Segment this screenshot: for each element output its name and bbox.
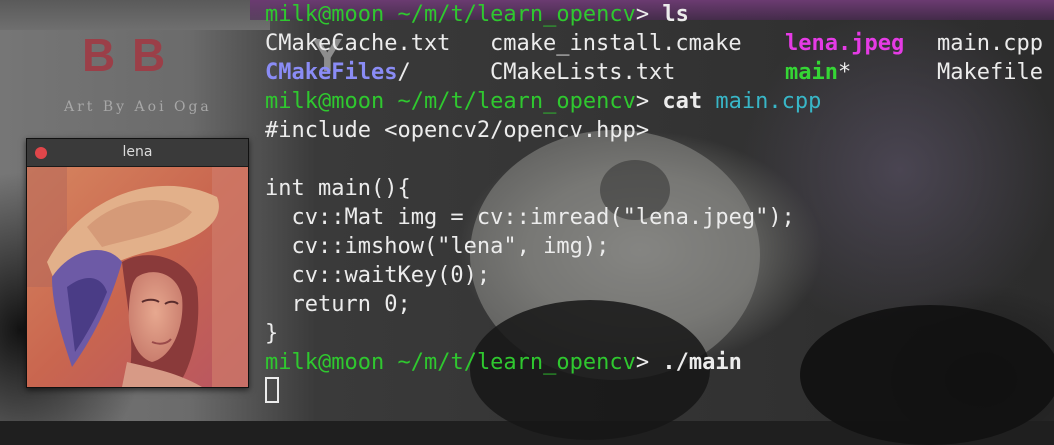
ls-entry: Makefile (937, 60, 1043, 85)
prompt-user: milk@moon (265, 2, 385, 27)
code-line: } (265, 321, 279, 346)
code-line: cv::Mat img = cv::imread("lena.jpeg"); (265, 205, 795, 230)
prompt-user: milk@moon (265, 350, 385, 375)
ls-entry: cmake_install.cmake (490, 31, 742, 56)
terminal-output[interactable]: milk@moon ~/m/t/learn_opencv> ls CMakeCa… (265, 0, 1054, 421)
code-line: cv::waitKey(0); (265, 263, 491, 288)
code-line: #include <opencv2/opencv.hpp> (265, 118, 650, 143)
terminal-line: milk@moon ~/m/t/learn_opencv> cat main.c… (265, 87, 1054, 116)
terminal-input-line[interactable] (265, 377, 1054, 406)
ls-entry-executable: main (785, 60, 838, 85)
image-window[interactable]: lena (26, 138, 249, 388)
code-line: cv::imshow("lena", img); (265, 234, 610, 259)
ls-entry: CMakeLists.txt (490, 60, 676, 85)
prompt-symbol: > (635, 89, 650, 114)
terminal-line: milk@moon ~/m/t/learn_opencv> ls (265, 0, 1054, 29)
ls-dir-slash: / (397, 60, 411, 85)
code-line: int main(){ (265, 176, 411, 201)
prompt-path: ~/m/t/learn_opencv (397, 350, 636, 375)
ls-entry-dir: CMakeFiles (265, 60, 398, 85)
prompt-path: ~/m/t/learn_opencv (397, 89, 636, 114)
window-titlebar[interactable]: lena (27, 139, 248, 167)
code-line: return 0; (265, 292, 411, 317)
command-text: ./main (662, 350, 742, 375)
brand-letters: B B (82, 29, 168, 81)
window-title: lena (122, 144, 153, 160)
close-icon[interactable] (35, 147, 47, 159)
terminal-line: CMakeFiles/ CMakeLists.txt main* Makefile (265, 58, 1054, 87)
prompt-user: milk@moon (265, 89, 385, 114)
command-text: ls (662, 2, 689, 27)
prompt-symbol: > (635, 350, 650, 375)
prompt-path: ~/m/t/learn_opencv (397, 2, 636, 27)
terminal-line: milk@moon ~/m/t/learn_opencv> ./main (265, 348, 1054, 377)
ls-entry: main.cpp (937, 31, 1043, 56)
command-argument: main.cpp (715, 89, 822, 114)
ls-exec-marker: * (837, 60, 852, 85)
command-text: cat (662, 89, 703, 114)
prompt-symbol: > (635, 2, 650, 27)
ls-entry-image: lena.jpeg (785, 31, 905, 56)
terminal-cursor (265, 377, 279, 403)
ls-entry: CMakeCache.txt (265, 31, 451, 56)
wallpaper-brand-subtitle: Art By Aoi Oga (64, 99, 212, 115)
lena-image (27, 167, 248, 387)
wallpaper-top-band (0, 0, 270, 30)
terminal-line: CMakeCache.txt cmake_install.cmake lena.jp… (265, 29, 1054, 58)
